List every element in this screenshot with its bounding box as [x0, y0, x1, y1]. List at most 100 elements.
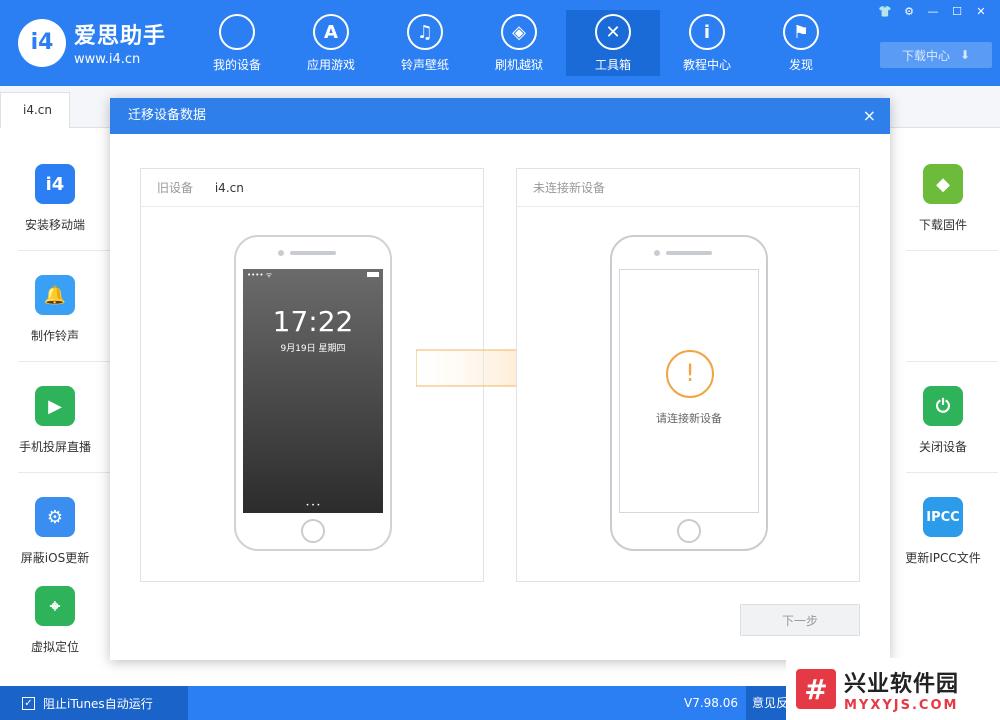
- nav-item-6[interactable]: ⚑ 发现: [754, 10, 848, 76]
- main-nav: 我的设备 A 应用游戏 ♫ 铃声壁纸 ◈ 刷机越狱 ✕ 工具箱 i 教程中心 ⚑ 发现: [190, 10, 848, 76]
- nav-label: 应用游戏: [306, 58, 355, 72]
- nav-label: 教程中心: [682, 58, 731, 72]
- nav-item-4[interactable]: ✕ 工具箱: [566, 10, 660, 76]
- lock-screen: •••• ᯤ 17:22 9月19日 星期四 • • •: [243, 269, 383, 513]
- logo-badge: i4: [18, 18, 66, 67]
- tool-item[interactable]: 🔔 制作铃声: [0, 275, 110, 344]
- lock-time: 17:22: [272, 305, 354, 338]
- site-watermark: # 兴业软件园 MYXYJS.COM: [786, 658, 1000, 720]
- new-phone-illustration: ! 请连接新设备: [610, 235, 768, 551]
- download-icon: ⬇: [959, 48, 971, 62]
- tool-label: 屏蔽iOS更新: [20, 551, 90, 565]
- camera-dot: [654, 250, 660, 256]
- tools-icon: ✕: [595, 14, 631, 50]
- version-label: V7.98.06: [684, 696, 739, 710]
- nav-item-0[interactable]: 我的设备: [190, 10, 284, 76]
- tool-item[interactable]: ◆ 下载固件: [888, 164, 998, 233]
- close-icon[interactable]: ✕: [970, 4, 992, 20]
- warning-icon: !: [666, 350, 714, 398]
- speaker-slot: [290, 251, 336, 255]
- download-center-label: 下载中心: [901, 48, 950, 63]
- lock-date: 9月19日 星期四: [280, 344, 346, 354]
- itunes-toggle[interactable]: ✓ 阻止iTunes自动运行: [0, 686, 188, 720]
- tool-label: 安装移动端: [24, 218, 85, 232]
- app-store-icon: A: [313, 14, 349, 50]
- tool-label: 虚拟定位: [30, 640, 79, 654]
- tab-i4cn[interactable]: i4.cn: [0, 92, 70, 128]
- tool-item[interactable]: i4 安装移动端: [0, 164, 110, 233]
- watermark-url: MYXYJS.COM: [844, 697, 959, 713]
- apple-icon: [219, 14, 255, 50]
- tool-icon: ⌖: [35, 586, 75, 626]
- empty-screen: ! 请连接新设备: [619, 269, 759, 513]
- new-device-header: 未连接新设备: [517, 169, 859, 207]
- tool-item[interactable]: ⚙ 屏蔽iOS更新: [0, 497, 110, 566]
- divider: [906, 361, 998, 362]
- home-button: [677, 519, 701, 543]
- old-device-name: i4.cn: [214, 181, 244, 195]
- tool-icon: i4: [35, 164, 75, 204]
- tool-item[interactable]: IPCC 更新IPCC文件: [888, 497, 998, 566]
- tool-item[interactable]: ▶ 手机投屏直播: [0, 386, 110, 455]
- tool-icon: ▶: [35, 386, 75, 426]
- tool-label: 更新IPCC文件: [905, 551, 981, 565]
- nav-item-5[interactable]: i 教程中心: [660, 10, 754, 76]
- tool-icon: ◆: [923, 164, 963, 204]
- speaker-slot: [666, 251, 712, 255]
- watermark-title: 兴业软件园: [844, 671, 960, 697]
- itunes-checkbox[interactable]: ✓: [22, 696, 35, 710]
- next-step-button[interactable]: 下一步: [740, 604, 860, 636]
- tool-icon: ⚙: [35, 497, 75, 537]
- connect-message: 请连接新设备: [656, 412, 722, 425]
- home-button: [301, 519, 325, 543]
- top-bar: i4 爱思助手 www.i4.cn 我的设备 A 应用游戏 ♫ 铃声壁纸 ◈ 刷机越狱 ✕ 工具…: [0, 0, 1000, 86]
- nav-label: 工具箱: [594, 58, 631, 72]
- watermark-logo: #: [796, 669, 836, 709]
- tool-label: 关闭设备: [918, 440, 967, 454]
- tool-icon: IPCC: [923, 497, 963, 537]
- download-center-button[interactable]: 下载中心 ⬇: [880, 42, 992, 68]
- window-controls: 👕 ⚙ — ☐ ✕: [872, 4, 992, 20]
- nav-label: 发现: [788, 58, 813, 72]
- gear-icon[interactable]: ⚙: [898, 4, 920, 20]
- box-icon: ◈: [501, 14, 537, 50]
- new-device-label: 未连接新设备: [533, 181, 606, 195]
- info-icon: i: [689, 14, 725, 50]
- minimize-icon[interactable]: —: [922, 4, 944, 20]
- nav-label: 铃声壁纸: [400, 58, 449, 72]
- old-device-header: 旧设备 i4.cn: [141, 169, 483, 207]
- divider: [906, 472, 998, 473]
- tool-icon: 🔔: [35, 275, 75, 315]
- nav-label: 我的设备: [212, 58, 261, 72]
- divider: [18, 250, 110, 251]
- divider: [18, 472, 110, 473]
- signal-icon: •••• ᯤ: [247, 271, 273, 279]
- tool-item[interactable]: ⏻ 关闭设备: [888, 386, 998, 455]
- tool-label: 下载固件: [918, 218, 967, 232]
- nav-label: 刷机越狱: [494, 58, 543, 72]
- old-device-label: 旧设备: [157, 181, 194, 195]
- migrate-dialog: 迁移设备数据 × 旧设备 i4.cn •••• ᯤ 17:22 9月19日 星期…: [110, 98, 890, 660]
- tool-item[interactable]: ⌖ 虚拟定位: [0, 586, 110, 655]
- nav-item-2[interactable]: ♫ 铃声壁纸: [378, 10, 472, 76]
- divider: [18, 361, 110, 362]
- maximize-icon[interactable]: ☐: [946, 4, 968, 20]
- page-dots: • • •: [305, 502, 321, 509]
- tool-label: 制作铃声: [30, 329, 79, 343]
- flag-icon: ⚑: [783, 14, 819, 50]
- dialog-titlebar: 迁移设备数据 ×: [110, 98, 890, 134]
- battery-icon: [367, 272, 379, 277]
- music-folder-icon: ♫: [407, 14, 443, 50]
- old-phone-illustration: •••• ᯤ 17:22 9月19日 星期四 • • •: [234, 235, 392, 551]
- logo-url: www.i4.cn: [74, 52, 141, 67]
- nav-item-3[interactable]: ◈ 刷机越狱: [472, 10, 566, 76]
- new-device-panel: 未连接新设备 ! 请连接新设备: [516, 168, 860, 582]
- dialog-title: 迁移设备数据: [128, 108, 207, 123]
- app-logo: i4 爱思助手 www.i4.cn: [18, 18, 166, 67]
- logo-title: 爱思助手: [74, 24, 167, 49]
- dialog-close-icon[interactable]: ×: [863, 98, 876, 134]
- nav-item-1[interactable]: A 应用游戏: [284, 10, 378, 76]
- tool-label: 手机投屏直播: [18, 440, 91, 454]
- tshirt-icon[interactable]: 👕: [874, 4, 896, 20]
- itunes-label: 阻止iTunes自动运行: [43, 696, 153, 711]
